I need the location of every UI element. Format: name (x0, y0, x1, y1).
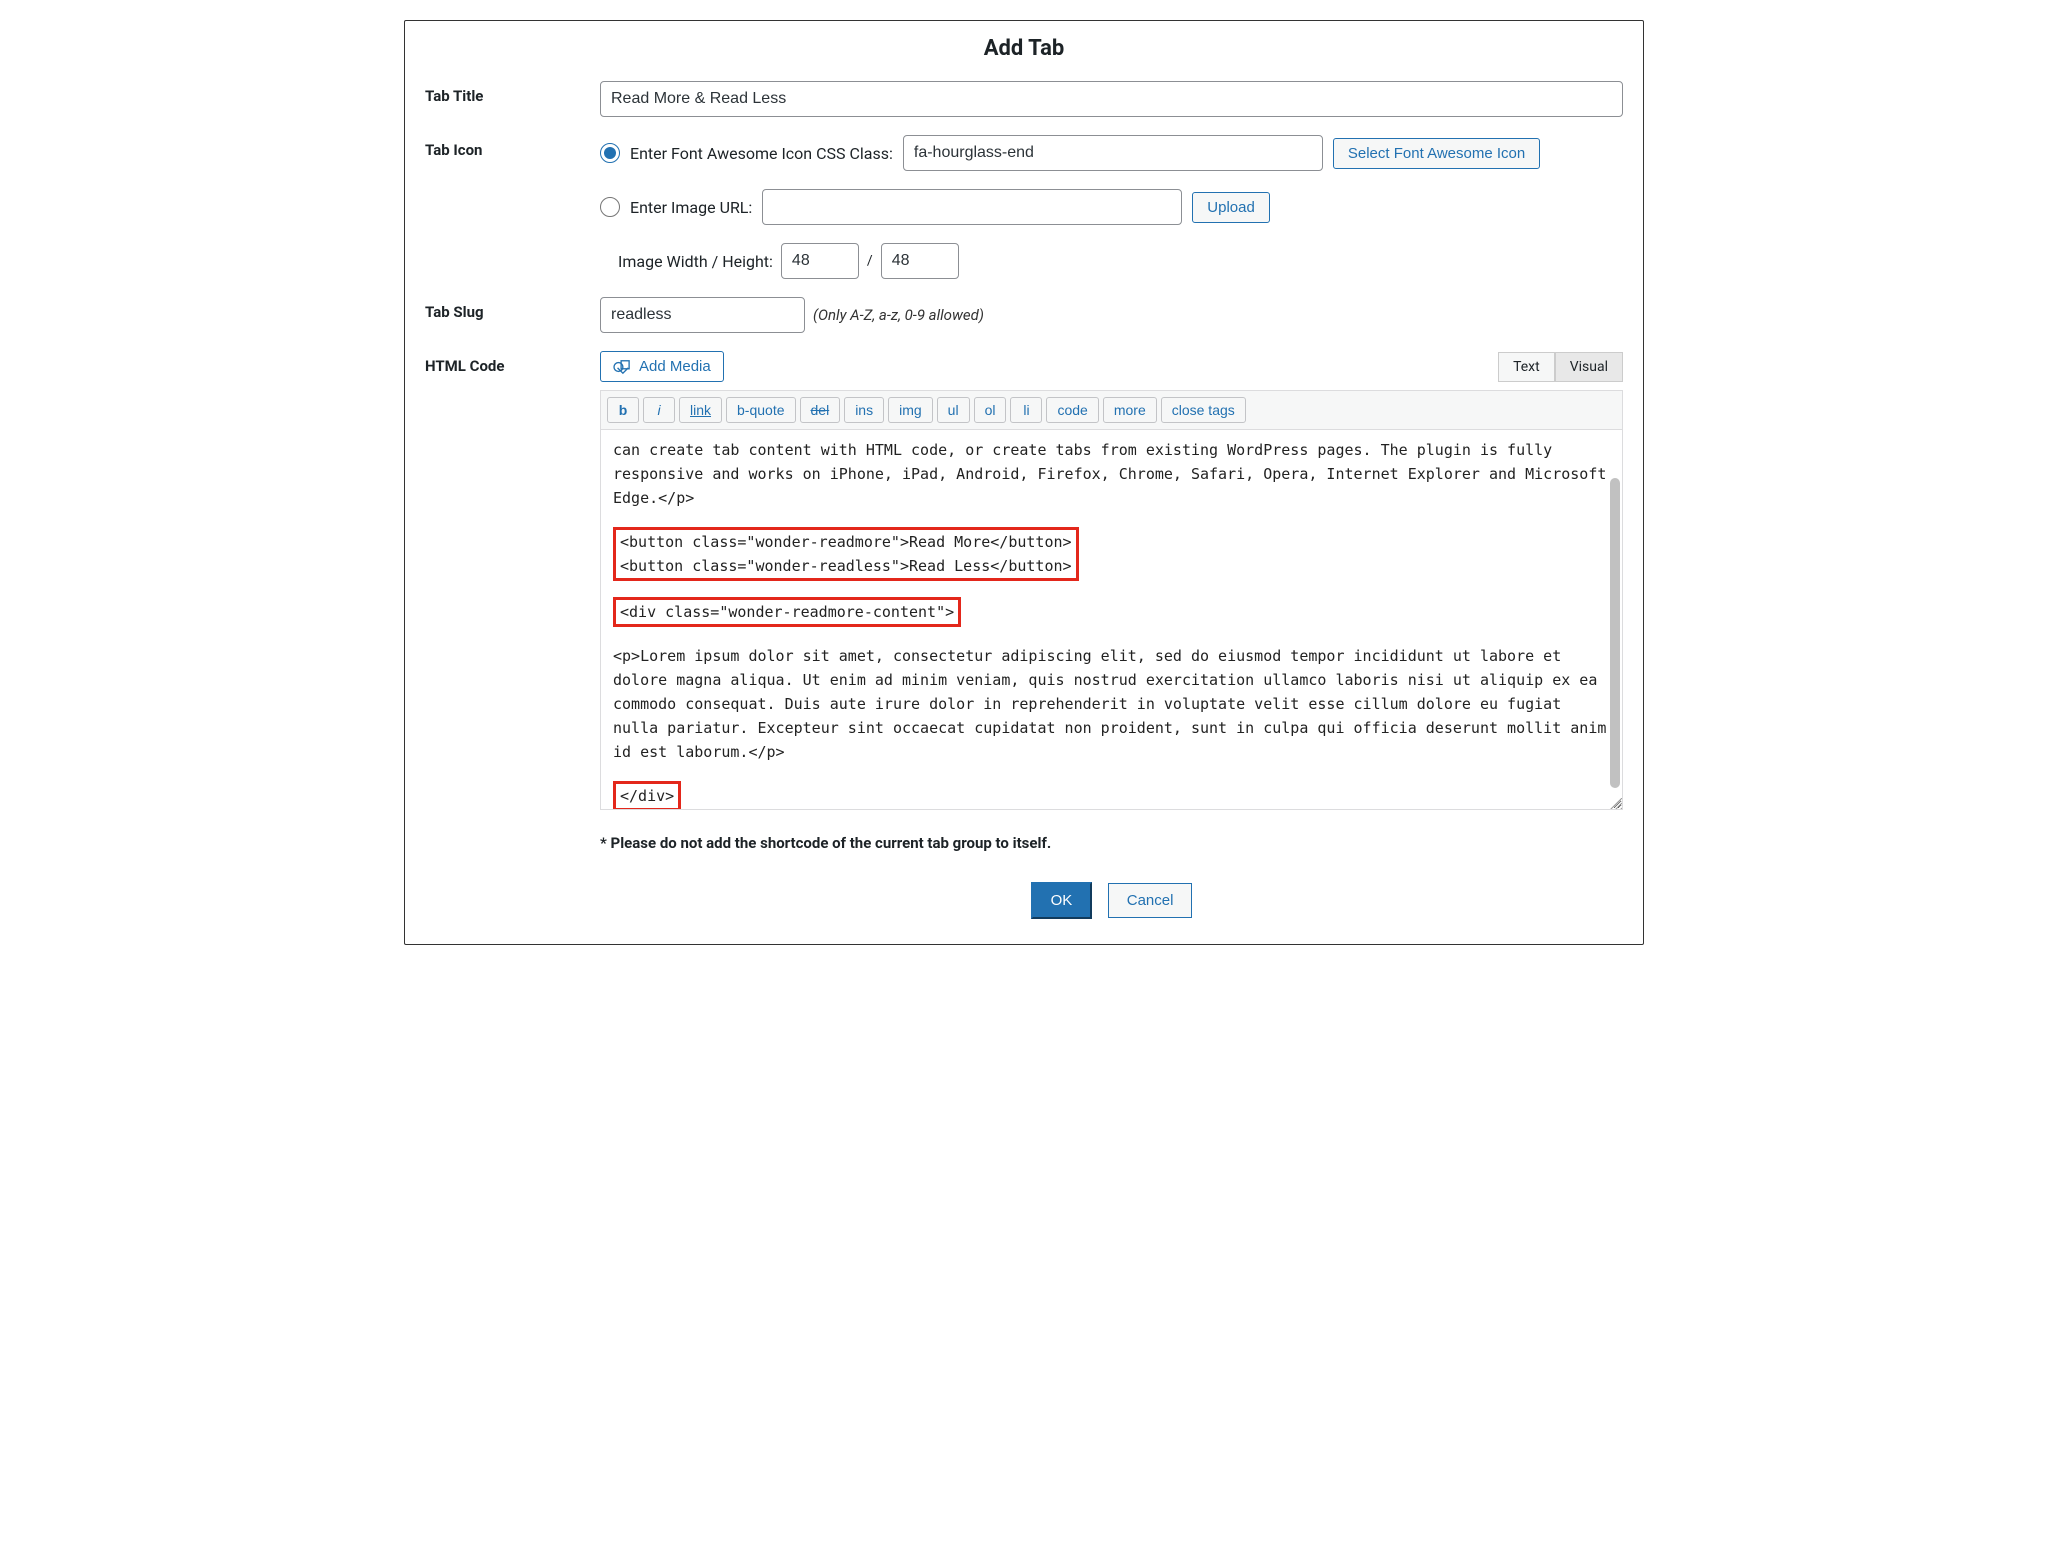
image-dimensions-row: Image Width / Height: / (618, 243, 1623, 279)
icon-img-option: Enter Image URL: Upload (600, 189, 1623, 225)
shortcode-warning: * Please do not add the shortcode of the… (600, 834, 1623, 852)
toolbar-more-button[interactable]: more (1103, 397, 1157, 423)
editor-tab-visual[interactable]: Visual (1555, 352, 1623, 382)
code-line: <p>Lorem ipsum dolor sit amet, consectet… (613, 644, 1610, 764)
code-line: can create tab content with HTML code, o… (613, 438, 1610, 510)
toolbar-link-button[interactable]: link (679, 397, 722, 423)
editor-toolbar: b i link b-quote del ins img ul ol li co… (600, 390, 1623, 430)
image-width-input[interactable] (781, 243, 859, 279)
highlight-div-open: <div class="wonder-readmore-content"> (613, 597, 961, 627)
media-icon (613, 359, 631, 375)
tab-slug-row: Tab Slug (Only A-Z, a-z, 0-9 allowed) (425, 297, 1623, 333)
tab-icon-row: Tab Icon Enter Font Awesome Icon CSS Cla… (425, 135, 1623, 279)
tab-slug-hint: (Only A-Z, a-z, 0-9 allowed) (813, 306, 984, 324)
highlight-div-close: </div> (613, 781, 681, 810)
image-dim-label: Image Width / Height: (618, 252, 773, 271)
dialog-title: Add Tab (425, 36, 1623, 61)
image-height-input[interactable] (881, 243, 959, 279)
html-code-editor[interactable]: can create tab content with HTML code, o… (600, 430, 1623, 810)
tab-title-label: Tab Title (425, 81, 600, 105)
editor-tab-text[interactable]: Text (1498, 352, 1555, 382)
image-url-input[interactable] (762, 189, 1182, 225)
upload-button[interactable]: Upload (1192, 192, 1270, 223)
tab-slug-input[interactable] (600, 297, 805, 333)
toolbar-italic-button[interactable]: i (643, 397, 675, 423)
icon-img-radio-label: Enter Image URL: (630, 198, 752, 217)
toolbar-del-button[interactable]: del (800, 397, 841, 423)
toolbar-ol-button[interactable]: ol (974, 397, 1007, 423)
dim-separator: / (867, 253, 873, 269)
cancel-button[interactable]: Cancel (1108, 883, 1193, 918)
tab-slug-label: Tab Slug (425, 297, 600, 321)
add-tab-dialog: Add Tab Tab Title Tab Icon Enter Font Aw… (404, 20, 1644, 945)
html-code-row: HTML Code Add Media Text Visual (425, 351, 1623, 919)
icon-fa-radio[interactable] (600, 143, 620, 163)
toolbar-closetags-button[interactable]: close tags (1161, 397, 1246, 423)
tab-title-row: Tab Title (425, 81, 1623, 117)
code-line: <button class="wonder-readless">Read Les… (620, 554, 1072, 578)
icon-fa-radio-label: Enter Font Awesome Icon CSS Class: (630, 144, 893, 163)
add-media-button[interactable]: Add Media (600, 351, 724, 382)
fa-class-input[interactable] (903, 135, 1323, 171)
scrollbar-thumb[interactable] (1610, 478, 1620, 788)
code-line: <button class="wonder-readmore">Read Mor… (620, 530, 1072, 554)
resize-handle-icon[interactable] (1608, 795, 1622, 809)
add-media-label: Add Media (639, 358, 711, 375)
icon-fa-option: Enter Font Awesome Icon CSS Class: Selec… (600, 135, 1623, 171)
select-fa-icon-button[interactable]: Select Font Awesome Icon (1333, 138, 1540, 169)
icon-img-radio[interactable] (600, 197, 620, 217)
code-line: </div> (620, 784, 674, 808)
editor-header: Add Media Text Visual (600, 351, 1623, 382)
toolbar-code-button[interactable]: code (1046, 397, 1098, 423)
toolbar-bquote-button[interactable]: b-quote (726, 397, 795, 423)
dialog-button-row: OK Cancel (600, 882, 1623, 919)
toolbar-ins-button[interactable]: ins (844, 397, 884, 423)
ok-button[interactable]: OK (1031, 882, 1093, 919)
toolbar-li-button[interactable]: li (1010, 397, 1042, 423)
highlight-readmore-buttons: <button class="wonder-readmore">Read Mor… (613, 527, 1079, 581)
code-line: <div class="wonder-readmore-content"> (620, 600, 954, 624)
html-code-label: HTML Code (425, 351, 600, 375)
toolbar-ul-button[interactable]: ul (937, 397, 970, 423)
toolbar-img-button[interactable]: img (888, 397, 933, 423)
tab-icon-label: Tab Icon (425, 135, 600, 159)
toolbar-bold-button[interactable]: b (607, 397, 639, 423)
editor-mode-tabs: Text Visual (1498, 352, 1623, 382)
tab-title-input[interactable] (600, 81, 1623, 117)
